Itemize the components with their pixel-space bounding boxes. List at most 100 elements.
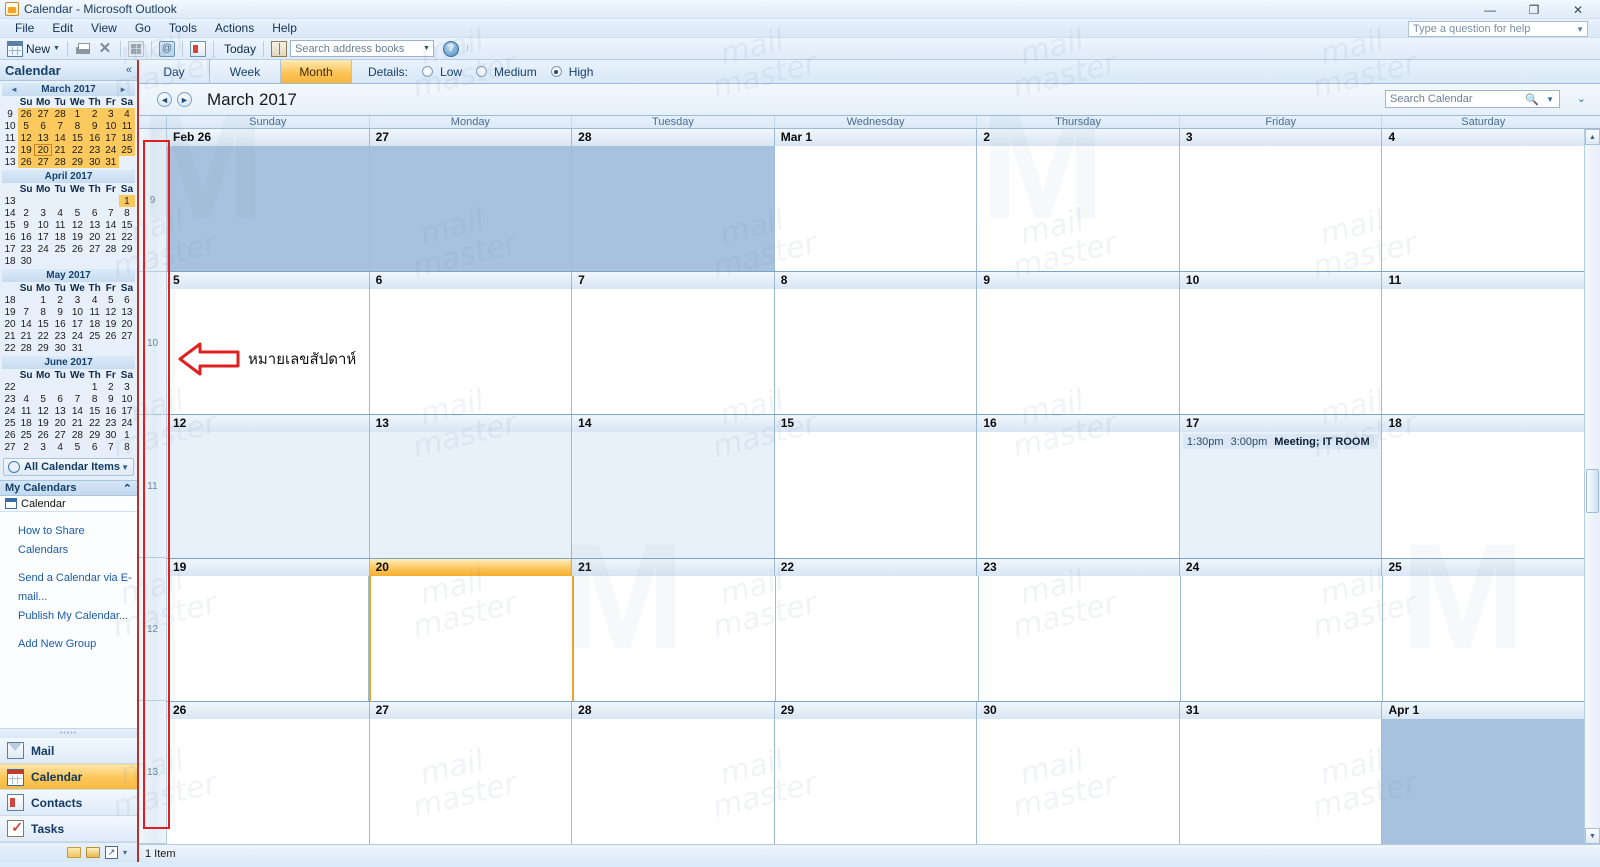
scrollbar-thumb[interactable] [1586,469,1599,513]
tab-week[interactable]: Week [210,60,281,83]
mini-calendar-day[interactable] [18,294,34,306]
mini-calendar-day[interactable]: 31 [102,156,119,168]
address-book-button[interactable] [268,39,290,59]
mini-calendar-day[interactable]: 18 [118,132,135,144]
mini-calendar-day[interactable]: 12 [68,219,86,231]
scroll-down-button[interactable]: ▼ [1585,828,1600,844]
mini-calendar-day[interactable]: 4 [52,207,68,219]
calendar-list-item[interactable]: Calendar [0,496,137,512]
mini-calendar-day[interactable]: 17 [68,318,86,330]
mini-calendar-day[interactable]: 7 [52,120,69,132]
toolbar-overflow-icon[interactable]: ⁝ [466,43,469,54]
day-cell[interactable] [1179,718,1383,844]
mini-calendar-day[interactable]: 20 [52,417,68,429]
mini-calendar-day[interactable] [103,195,119,207]
mini-calendar-day[interactable]: 26 [18,108,35,120]
mini-calendar-day[interactable]: 25 [18,429,34,441]
day-number-header[interactable]: 10 [1179,272,1383,290]
chevron-down-icon[interactable]: ▼ [423,45,430,52]
mini-calendar-day[interactable] [18,381,34,393]
mini-calendar-day[interactable] [52,195,68,207]
help-question-input[interactable]: Type a question for help ▼ [1408,21,1588,37]
day-cell[interactable] [1382,718,1585,844]
mini-calendar-day[interactable]: 31 [68,342,86,354]
day-number-header[interactable]: 23 [977,558,1180,576]
day-number-header[interactable]: 26 [167,701,370,719]
scroll-up-button[interactable]: ▲ [1585,129,1600,145]
mini-week-number[interactable]: 22 [2,381,18,393]
day-number-header[interactable]: 6 [369,272,573,290]
mini-calendar-day[interactable]: 10 [119,393,135,405]
previous-month-button[interactable]: ◄ [157,92,172,107]
pane-resize-grip[interactable]: ••••• [0,728,137,738]
mini-calendar-day[interactable]: 25 [52,243,68,255]
mini-calendar-day[interactable]: 12 [18,132,35,144]
day-number-header[interactable]: 21 [572,558,775,576]
mini-calendar-day[interactable] [68,381,86,393]
mini-calendar-day[interactable]: 25 [87,330,103,342]
mini-calendar-day[interactable]: 4 [52,441,68,453]
mini-calendar-day[interactable]: 6 [119,294,135,306]
mini-calendar-day[interactable]: 20 [119,318,135,330]
mini-calendar-day[interactable]: 3 [68,294,86,306]
mini-calendar-day[interactable]: 14 [18,318,34,330]
mini-week-number[interactable]: 26 [2,429,18,441]
mini-week-number[interactable]: 13 [2,156,18,168]
mini-calendar-day[interactable]: 29 [87,429,103,441]
mini-calendar-day[interactable]: 27 [119,330,135,342]
mini-calendar-day[interactable]: 17 [102,132,119,144]
mini-calendar-day[interactable]: 26 [103,330,119,342]
day-number-header[interactable]: 22 [774,558,978,576]
mini-week-number[interactable]: 19 [2,306,18,318]
mini-calendar-day[interactable]: 14 [52,132,69,144]
expand-query-builder-icon[interactable]: ⌄ [1577,92,1586,105]
mini-calendar-day[interactable]: 4 [118,108,135,120]
mini-calendar-day[interactable] [87,342,103,354]
mini-calendar-day[interactable]: 17 [119,405,135,417]
mini-calendar-day[interactable]: 30 [18,255,34,267]
mini-calendar-day[interactable]: 13 [119,306,135,318]
calendar-link[interactable]: Publish My Calendar... [0,607,137,626]
tab-day[interactable]: Day [139,60,210,83]
calendar-link[interactable]: Send a Calendar via E-mail... [0,569,137,607]
mini-calendar-day[interactable]: 15 [87,405,103,417]
tab-month[interactable]: Month [281,60,352,83]
mini-calendar-day[interactable]: 11 [87,306,103,318]
day-number-header[interactable]: 5 [167,272,370,290]
mini-calendar-day[interactable]: 19 [34,417,52,429]
mini-calendar-day[interactable]: 7 [18,306,34,318]
mini-calendar-day[interactable]: 19 [103,318,119,330]
mini-week-number[interactable]: 16 [2,231,18,243]
mini-calendar-day[interactable]: 22 [87,417,103,429]
mini-calendar-day[interactable] [68,195,86,207]
mini-calendar-day[interactable]: 21 [68,417,86,429]
day-cell[interactable] [574,575,777,701]
mini-calendar-day[interactable]: 5 [18,120,35,132]
week-number-cell[interactable]: 13 [139,701,166,844]
help-button[interactable] [440,39,462,59]
mini-calendar-day[interactable]: 18 [87,318,103,330]
day-number-header[interactable]: 9 [977,272,1180,290]
mini-calendar-day[interactable]: 8 [119,207,135,219]
mini-calendar-day[interactable]: 8 [87,393,103,405]
calendar-link[interactable]: How to Share Calendars [0,522,137,560]
day-cell[interactable] [774,289,978,415]
notes-icon[interactable] [66,847,81,858]
mini-calendar-day[interactable]: 21 [103,231,119,243]
radio-medium[interactable] [476,66,488,77]
day-number-header[interactable]: 19 [167,558,370,576]
maximize-button[interactable]: ❐ [1512,0,1556,19]
mini-calendar-day[interactable]: 9 [18,219,34,231]
mini-calendar-day[interactable]: 16 [18,231,34,243]
week-number-cell[interactable]: 10 [139,272,166,415]
mini-calendar-day[interactable]: 2 [86,108,103,120]
day-number-header[interactable]: 28 [572,701,775,719]
mini-calendar-day[interactable]: 1 [68,108,87,120]
my-calendars-header[interactable]: My Calendars ⌃ [0,480,137,496]
day-cell[interactable] [977,718,1180,844]
mini-calendar-day[interactable]: 25 [118,144,135,156]
mini-week-number[interactable]: 12 [2,144,18,156]
mini-calendar-day[interactable]: 17 [34,231,52,243]
mini-calendar-day[interactable]: 29 [34,342,52,354]
day-cell[interactable] [572,146,775,272]
